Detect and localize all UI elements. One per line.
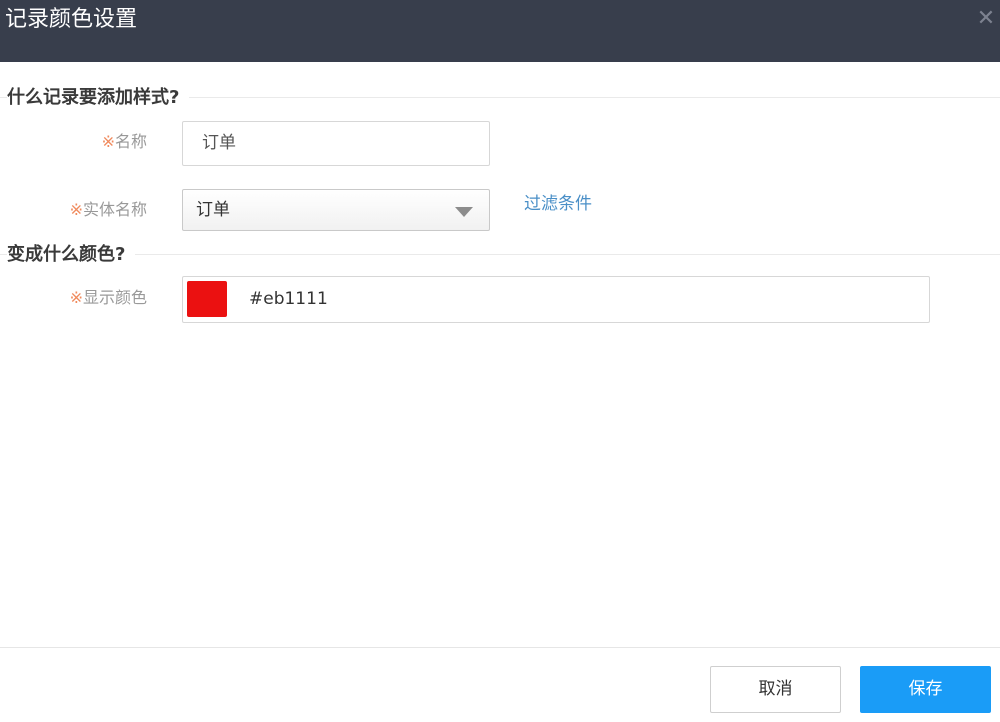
section-title-color: 变成什么颜色? — [7, 243, 136, 267]
entity-label-text: 实体名称 — [82, 200, 147, 219]
section-title-record: 什么记录要添加样式? — [7, 86, 190, 110]
color-label-text: 显示颜色 — [82, 288, 147, 307]
section-divider — [0, 254, 1000, 255]
name-input-value: 订单 — [202, 133, 236, 153]
dialog-title: 记录颜色设置 — [5, 7, 138, 32]
name-label-text: 名称 — [114, 132, 147, 151]
color-label: ※显示颜色 — [70, 287, 147, 309]
footer-divider — [0, 647, 1000, 648]
name-label: ※名称 — [102, 131, 147, 153]
entity-select[interactable]: 订单 — [182, 189, 490, 231]
cancel-button[interactable]: 取消 — [710, 666, 841, 713]
close-icon[interactable]: ✕ — [976, 6, 996, 32]
required-mark: ※ — [69, 288, 83, 307]
color-value: #eb1111 — [249, 289, 328, 309]
entity-label: ※实体名称 — [70, 199, 147, 221]
chevron-down-icon — [455, 207, 473, 217]
required-mark: ※ — [101, 132, 115, 151]
save-button[interactable]: 保存 — [860, 666, 991, 713]
name-input[interactable]: 订单 — [182, 121, 490, 166]
required-mark: ※ — [69, 200, 83, 219]
entity-select-value: 订单 — [196, 200, 230, 220]
color-swatch[interactable] — [187, 281, 227, 317]
dialog-titlebar: 记录颜色设置 ✕ — [0, 0, 1000, 62]
filter-conditions-link[interactable]: 过滤条件 — [524, 193, 592, 215]
